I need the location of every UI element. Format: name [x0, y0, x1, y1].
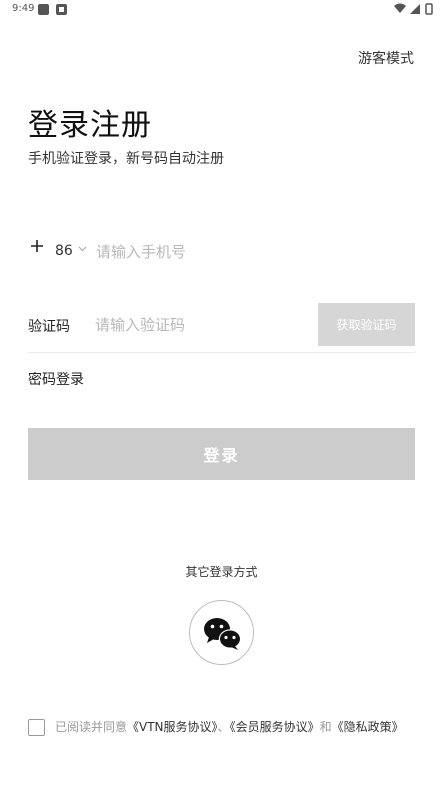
agreement-prefix: 已阅读并同意: [55, 720, 128, 734]
vtn-service-agreement-link[interactable]: 《VTN服务协议》: [127, 720, 218, 734]
agree-checkbox[interactable]: [28, 719, 45, 736]
page-subtitle: 手机验证登录，新号码自动注册: [28, 151, 224, 167]
password-login-link[interactable]: 密码登录: [28, 369, 84, 389]
agreement-separator: 、: [217, 720, 230, 734]
phone-row: 86: [28, 236, 415, 268]
agreement-text: 已阅读并同意《VTN服务协议》、《会员服务协议》和《隐私政策》: [55, 716, 415, 738]
chevron-down-icon[interactable]: [78, 246, 87, 252]
other-login-label: 其它登录方式: [185, 565, 258, 579]
verification-row: 验证码 获取验证码: [28, 303, 415, 353]
signal-icon: [410, 4, 420, 14]
agreement-and: 和: [319, 720, 332, 734]
wechat-icon: [204, 618, 242, 650]
page-title: 登录注册: [28, 108, 152, 143]
member-service-agreement-link[interactable]: 《会员服务协议》: [230, 720, 320, 734]
verification-input[interactable]: [95, 313, 305, 337]
phone-input[interactable]: [96, 240, 396, 264]
battery-icon: [425, 3, 433, 15]
plus-icon: [31, 240, 43, 252]
privacy-policy-link[interactable]: 《隐私政策》: [332, 720, 404, 734]
get-code-button[interactable]: 获取验证码: [318, 303, 415, 346]
verification-label: 验证码: [28, 319, 70, 335]
wifi-icon: [394, 3, 406, 13]
app-notification-icon: [56, 4, 67, 15]
country-code[interactable]: 86: [55, 243, 73, 259]
status-time: 9:49: [12, 3, 35, 14]
status-icons: [394, 3, 433, 15]
guest-mode-link[interactable]: 游客模式: [358, 48, 414, 68]
notification-icon: [38, 4, 49, 15]
status-bar: 9:49: [0, 0, 443, 20]
login-button[interactable]: 登录: [28, 428, 415, 480]
wechat-login-button[interactable]: [189, 600, 254, 665]
